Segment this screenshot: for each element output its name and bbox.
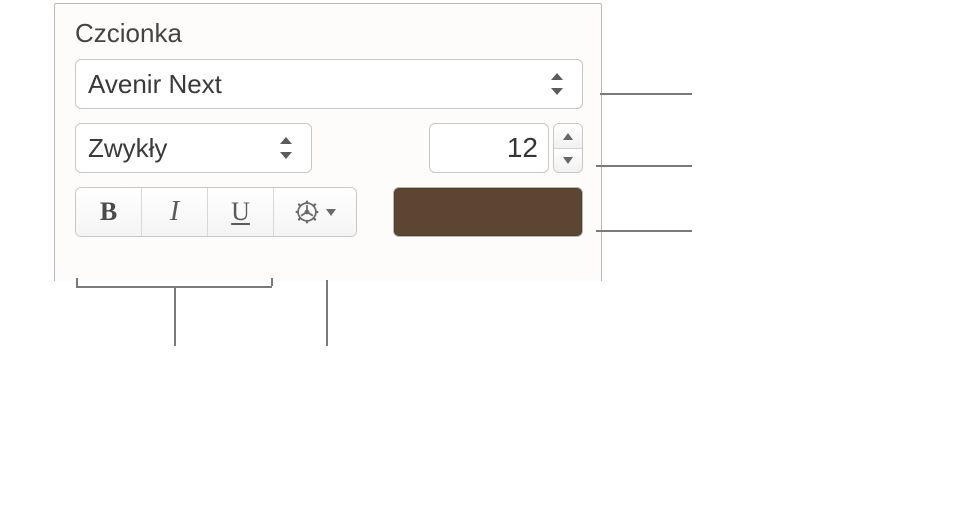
gear-icon: [294, 199, 320, 225]
underline-button[interactable]: U: [208, 188, 274, 236]
size-step-down[interactable]: [554, 148, 582, 172]
chevron-down-icon: [326, 209, 336, 216]
bold-button[interactable]: B: [76, 188, 142, 236]
font-size-input[interactable]: 12: [429, 123, 549, 173]
callout-line: [76, 278, 78, 286]
callout-line: [596, 165, 692, 167]
underline-icon: U: [231, 197, 250, 227]
section-title: Czcionka: [75, 18, 583, 49]
font-size-group: 12: [429, 123, 583, 173]
font-weight-select[interactable]: Zwykły: [75, 123, 312, 173]
callout-line: [174, 286, 176, 346]
font-family-select[interactable]: Avenir Next: [75, 59, 583, 109]
italic-icon: I: [170, 196, 179, 228]
advanced-options-button[interactable]: [274, 188, 356, 236]
chevron-updown-icon: [540, 73, 574, 95]
font-size-stepper: [553, 123, 583, 173]
italic-button[interactable]: I: [142, 188, 208, 236]
font-panel: Czcionka Avenir Next Zwykły 12 B I: [54, 3, 602, 281]
text-style-segment: B I U: [75, 187, 357, 237]
size-step-up[interactable]: [554, 124, 582, 148]
chevron-up-icon: [563, 133, 573, 140]
callout-line: [271, 278, 273, 286]
font-weight-value: Zwykły: [88, 133, 269, 164]
chevron-updown-icon: [269, 137, 303, 159]
callout-line: [326, 280, 328, 346]
text-color-well[interactable]: [393, 187, 583, 237]
chevron-down-icon: [563, 157, 573, 164]
bold-icon: B: [100, 197, 117, 227]
callout-line: [596, 230, 692, 232]
callout-line: [600, 93, 692, 95]
font-family-value: Avenir Next: [88, 69, 540, 100]
